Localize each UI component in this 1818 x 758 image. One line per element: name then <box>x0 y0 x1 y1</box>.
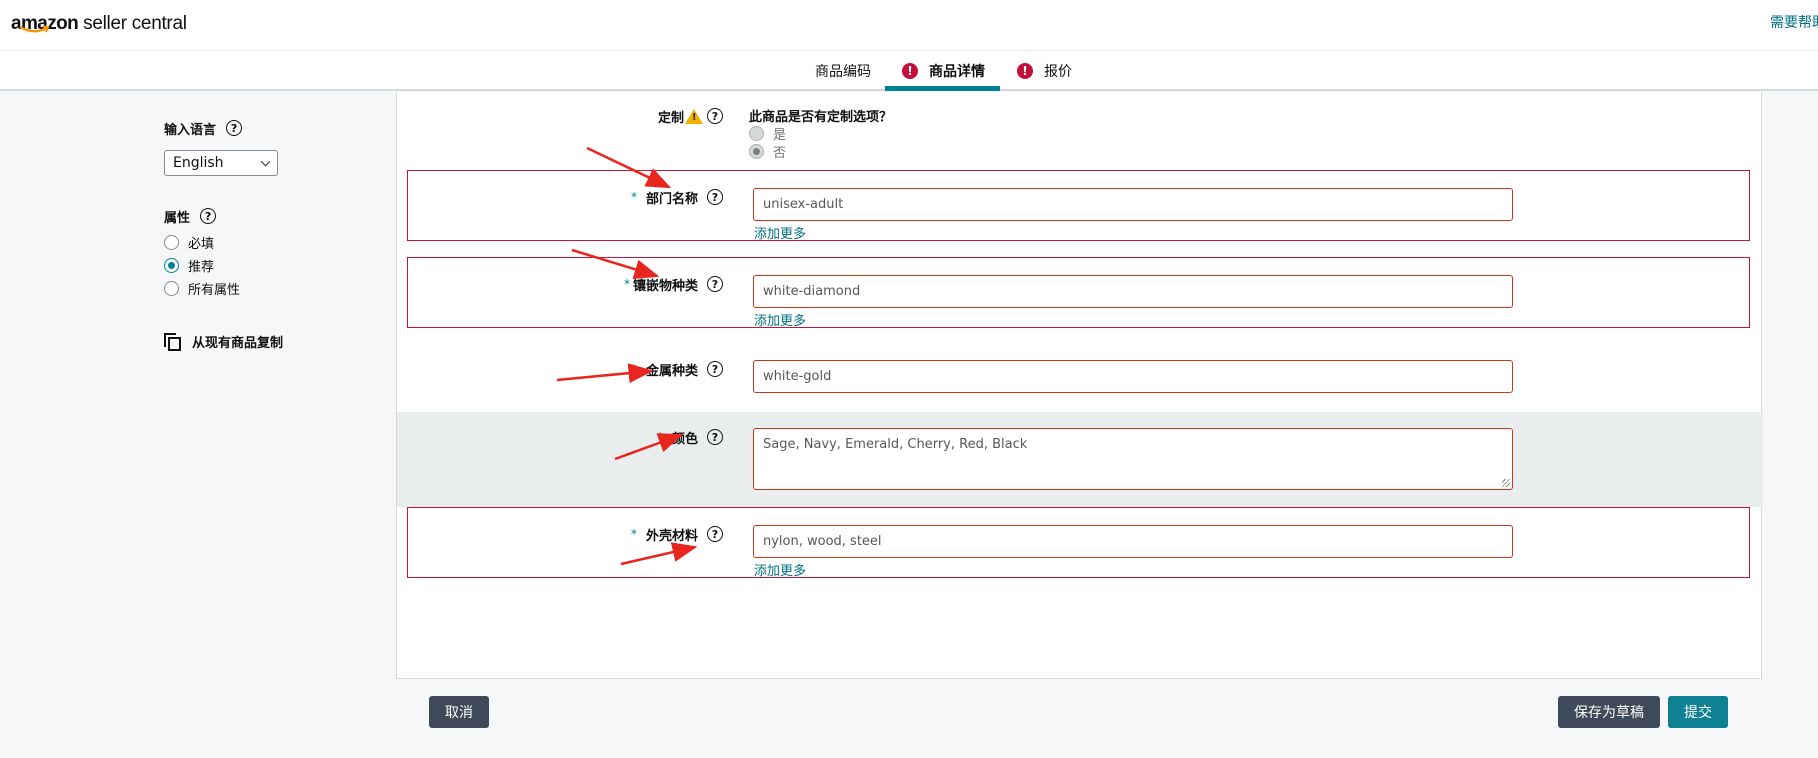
cancel-button[interactable]: 取消 <box>429 696 489 728</box>
metal-type-label: * 金属种类 ? <box>631 359 723 379</box>
tab-offer[interactable]: ! 报价 <box>1017 51 1072 91</box>
customization-option-no[interactable]: 否 <box>749 142 787 161</box>
radio-button[interactable] <box>164 281 179 296</box>
required-mark: * <box>623 277 630 291</box>
field-label-text: 镶嵌物种类 <box>632 278 698 294</box>
customization-options: 是 否 <box>749 124 787 161</box>
chevron-down-icon <box>260 156 271 166</box>
copy-icon <box>164 332 182 351</box>
required-mark: * <box>630 527 637 541</box>
logo-product: seller central <box>83 13 187 34</box>
tab-bar: 商品编码 ! 商品详情 ! 报价 <box>0 51 1818 91</box>
help-icon[interactable]: ? <box>707 526 723 542</box>
radio-label: 必填 <box>188 237 215 252</box>
attributes-label-text: 属性 <box>164 210 191 226</box>
department-label: * 部门名称 ? <box>631 187 723 207</box>
customization-option-yes[interactable]: 是 <box>749 124 787 143</box>
radio-label: 推荐 <box>188 260 215 275</box>
field-label-text: 金属种类 <box>645 363 698 379</box>
tab-label: 商品编码 <box>815 64 871 80</box>
radio-button-disabled-checked[interactable] <box>749 143 764 159</box>
field-label-text: 部门名称 <box>645 191 698 207</box>
attribute-filter: 属性 ? 必填 推荐 所有属性 <box>164 206 364 300</box>
product-details-form: 定制 ! ? 此商品是否有定制选项？ 是 否 * 部门名称 ? unisex-a… <box>396 92 1763 679</box>
input-value: nylon, wood, steel <box>763 534 882 549</box>
customization-label: 定制 ! ? <box>658 106 723 126</box>
help-icon[interactable]: ? <box>226 120 243 136</box>
field-label-text: 颜色 <box>671 431 698 447</box>
error-icon: ! <box>902 63 918 79</box>
add-more-link[interactable]: 添加更多 <box>754 223 806 242</box>
language-select-value: English <box>173 155 224 171</box>
help-icon[interactable]: ? <box>707 361 723 377</box>
required-mark: * <box>630 362 637 376</box>
help-icon[interactable]: ? <box>707 189 723 205</box>
help-icon[interactable]: ? <box>707 108 723 124</box>
metal-type-input[interactable]: white-gold <box>753 360 1513 393</box>
error-icon: ! <box>1017 63 1033 79</box>
attribute-option-all[interactable]: 所有属性 <box>164 277 364 300</box>
tab-product-id[interactable]: 商品编码 <box>815 51 871 91</box>
input-value: Sage, Navy, Emerald, Cherry, Red, Black <box>763 437 1028 452</box>
required-mark: * <box>630 190 637 204</box>
field-label-text: 外壳材料 <box>645 528 698 544</box>
radio-label: 否 <box>773 145 787 161</box>
tab-product-details[interactable]: ! 商品详情 <box>902 51 985 91</box>
attribute-option-required[interactable]: 必填 <box>164 231 364 254</box>
tab-label: 报价 <box>1044 64 1072 80</box>
help-icon[interactable]: ? <box>707 429 723 445</box>
save-draft-button[interactable]: 保存为草稿 <box>1558 696 1660 728</box>
active-tab-indicator <box>885 86 1000 91</box>
add-more-link[interactable]: 添加更多 <box>754 310 806 329</box>
copy-label: 从现有商品复制 <box>192 336 284 351</box>
copy-from-existing-link[interactable]: 从现有商品复制 <box>164 332 364 351</box>
sidebar: 输入语言 ? English 属性 ? 必填 推荐 所有属性 从现有商品复制 <box>164 118 364 351</box>
add-more-link[interactable]: 添加更多 <box>754 560 806 579</box>
radio-label: 所有属性 <box>188 283 241 298</box>
stone-type-input[interactable]: white-diamond <box>753 275 1513 308</box>
case-material-input[interactable]: nylon, wood, steel <box>753 525 1513 558</box>
radio-button[interactable] <box>164 235 179 250</box>
tab-label: 商品详情 <box>929 64 985 80</box>
input-value: white-diamond <box>763 284 861 299</box>
attributes-label: 属性 ? <box>164 206 364 226</box>
stone-type-label: * 镶嵌物种类 ? <box>624 274 723 294</box>
language-label-text: 输入语言 <box>164 122 217 138</box>
top-bar: amazon seller central 需要帮助 <box>0 0 1818 51</box>
radio-label: 是 <box>773 127 787 143</box>
required-mark: * <box>656 430 663 444</box>
color-textarea[interactable]: Sage, Navy, Emerald, Cherry, Red, Black <box>753 428 1513 490</box>
input-value: unisex-adult <box>763 197 844 212</box>
language-select[interactable]: English <box>164 150 278 176</box>
case-material-label: * 外壳材料 ? <box>631 524 723 544</box>
help-icon[interactable]: ? <box>707 276 723 292</box>
resize-handle[interactable] <box>1502 479 1510 487</box>
input-value: white-gold <box>763 369 832 384</box>
warning-icon: ! <box>685 108 703 124</box>
amazon-seller-central-logo[interactable]: amazon seller central <box>11 8 187 34</box>
color-label: * 颜色 ? <box>657 427 723 447</box>
help-icon[interactable]: ? <box>200 208 217 224</box>
amazon-smile-icon <box>19 25 50 33</box>
radio-button-disabled[interactable] <box>749 125 764 141</box>
submit-button[interactable]: 提交 <box>1668 696 1728 728</box>
customization-label-text: 定制 <box>657 110 684 126</box>
language-label: 输入语言 ? <box>164 118 364 138</box>
customization-question: 此商品是否有定制选项？ <box>749 110 893 125</box>
help-link[interactable]: 需要帮助 <box>1770 12 1818 32</box>
department-input[interactable]: unisex-adult <box>753 188 1513 221</box>
radio-button-checked[interactable] <box>164 258 179 273</box>
attribute-option-recommended[interactable]: 推荐 <box>164 254 364 277</box>
